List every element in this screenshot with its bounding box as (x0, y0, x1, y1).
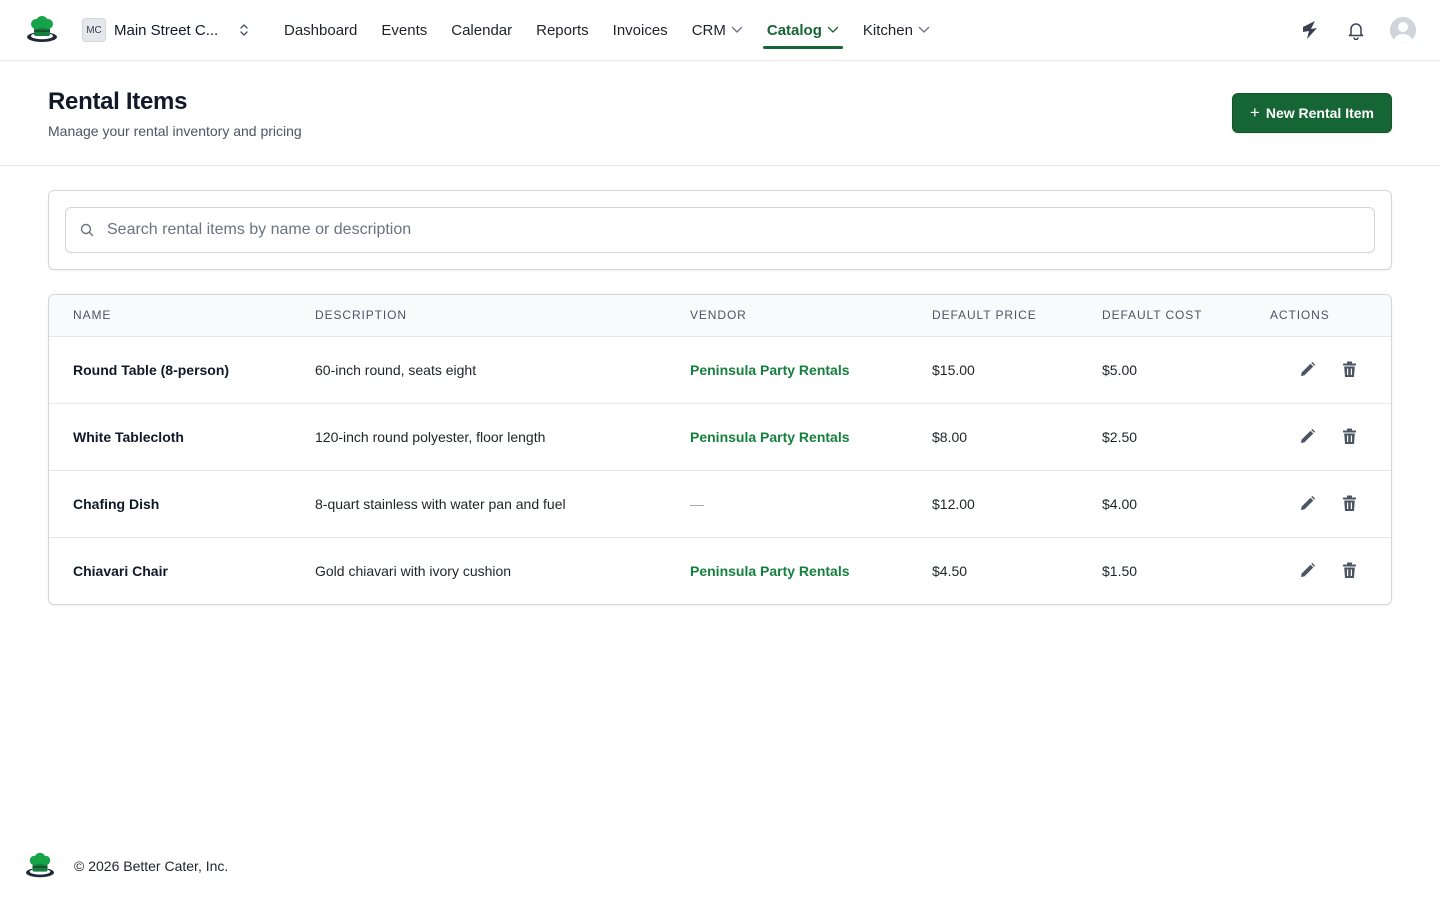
nav-item-kitchen[interactable]: Kitchen (851, 0, 942, 61)
nav-item-label: Calendar (451, 21, 513, 39)
footer-copyright: © 2026 Better Cater, Inc. (74, 858, 229, 874)
rental-items-table: NAME DESCRIPTION VENDOR DEFAULT PRICE DE… (49, 295, 1391, 604)
item-description: Gold chiavari with ivory cushion (315, 562, 512, 579)
column-header-default-price[interactable]: DEFAULT PRICE (908, 295, 1078, 337)
nav-item-dashboard[interactable]: Dashboard (272, 0, 369, 61)
main-nav: Dashboard Events Calendar Reports Invoices CR… (272, 0, 942, 61)
new-rental-item-button[interactable]: + New Rental Item (1231, 93, 1392, 133)
footer: © 2026 Better Cater, Inc. (24, 852, 228, 880)
item-actions-cell (1246, 403, 1391, 471)
nav-item-label: Invoices (612, 21, 668, 39)
item-description: 120-inch round polyester, floor length (291, 403, 666, 471)
vendor-link[interactable]: Peninsula Party Rentals (690, 563, 850, 579)
item-description: 60-inch round, seats eight (291, 336, 666, 404)
vendor-link[interactable]: Peninsula Party Rentals (690, 362, 850, 378)
item-default-price: $15.00 (908, 336, 1078, 404)
search-input[interactable] (107, 221, 1272, 239)
page-title: Rental Items (48, 88, 188, 115)
item-vendor-cell: Peninsula Party Rentals (666, 336, 908, 404)
announcement-icon[interactable] (1298, 18, 1322, 42)
vendor-empty: — (690, 495, 704, 512)
nav-item-calendar[interactable]: Calendar (439, 0, 524, 61)
item-actions-cell (1246, 336, 1391, 404)
chevron-up-down-icon (236, 20, 252, 40)
nav-item-catalog[interactable]: Catalog (755, 0, 851, 61)
delete-trash-icon[interactable] (1339, 494, 1359, 514)
edit-pencil-icon[interactable] (1297, 561, 1317, 581)
column-header-vendor[interactable]: VENDOR (666, 295, 908, 337)
nav-item-label: Reports (536, 21, 589, 39)
plus-icon: + (1249, 103, 1260, 122)
table-header-row: NAME DESCRIPTION VENDOR DEFAULT PRICE DE… (49, 295, 1391, 337)
topbar-actions (1298, 17, 1416, 43)
item-default-cost: $5.00 (1078, 336, 1246, 404)
search-icon (80, 223, 94, 237)
item-default-cost: $1.50 (1102, 562, 1138, 579)
nav-item-label: Events (381, 21, 428, 39)
user-avatar-icon[interactable] (1390, 17, 1416, 43)
search-card (48, 190, 1392, 270)
delete-trash-icon[interactable] (1339, 427, 1359, 447)
item-name: White Tablecloth (49, 403, 291, 471)
item-name: Chafing Dish (49, 470, 291, 538)
item-default-price: $12.00 (908, 470, 1078, 538)
nav-item-label: CRM (691, 21, 726, 39)
nav-item-label: Dashboard (284, 21, 358, 39)
chevron-down-icon (918, 26, 930, 34)
column-header-default-cost[interactable]: DEFAULT COST (1078, 295, 1246, 337)
item-actions-cell (1246, 470, 1391, 538)
table-row[interactable]: White Tablecloth 120-inch round polyester… (49, 403, 1391, 471)
item-name: Round Table (8-person) (49, 336, 291, 404)
item-default-cost: $4.00 (1078, 470, 1246, 538)
chevron-down-icon (827, 26, 839, 34)
item-default-price: $8.00 (908, 403, 1078, 471)
table-row[interactable]: Chiavari Chair Gold chiavari with ivory c… (49, 537, 1391, 604)
new-rental-item-label: New Rental Item (1265, 105, 1374, 121)
rental-items-table-card: NAME DESCRIPTION VENDOR DEFAULT PRICE DE… (48, 294, 1392, 605)
org-initials-badge: MC (82, 18, 106, 42)
nav-item-label: Kitchen (862, 21, 913, 39)
item-vendor-cell: Peninsula Party Rentals (666, 403, 908, 471)
table-row[interactable]: Chafing Dish 8-quart stainless with water… (49, 470, 1391, 538)
item-name: Chiavari Chair (73, 562, 168, 579)
vendor-link[interactable]: Peninsula Party Rentals (690, 429, 850, 445)
column-header-description[interactable]: DESCRIPTION (291, 295, 666, 337)
item-vendor-cell: Peninsula Party Rentals (666, 537, 908, 604)
chef-hat-footer-logo-icon (24, 852, 56, 880)
edit-pencil-icon[interactable] (1297, 427, 1317, 447)
item-default-cost: $2.50 (1078, 403, 1246, 471)
chef-hat-logo-icon[interactable] (24, 15, 60, 45)
top-navigation-bar: MC Main Street C... Dashboard Events Calen… (0, 0, 1440, 61)
edit-pencil-icon[interactable] (1297, 494, 1317, 514)
nav-item-invoices[interactable]: Invoices (601, 0, 680, 61)
page-header: Rental Items Manage your rental inventor… (0, 61, 1440, 166)
page-subtitle: Manage your rental inventory and pricing (48, 123, 302, 139)
bell-icon[interactable] (1344, 18, 1368, 42)
org-name: Main Street C... (114, 21, 219, 39)
item-default-price: $4.50 (932, 562, 968, 579)
delete-trash-icon[interactable] (1339, 561, 1359, 581)
edit-pencil-icon[interactable] (1297, 360, 1317, 380)
nav-item-crm[interactable]: CRM (680, 0, 755, 61)
column-header-name[interactable]: NAME (49, 295, 291, 337)
search-box (65, 207, 1375, 253)
table-row[interactable]: Round Table (8-person) 60-inch round, sea… (49, 336, 1391, 404)
chevron-down-icon (731, 26, 743, 34)
item-description: 8-quart stainless with water pan and fue… (291, 470, 666, 538)
nav-item-events[interactable]: Events (369, 0, 439, 61)
delete-trash-icon[interactable] (1339, 360, 1359, 380)
item-vendor-cell: — (666, 470, 908, 538)
nav-item-label: Catalog (766, 21, 822, 39)
column-header-actions: ACTIONS (1246, 295, 1391, 337)
org-switcher[interactable]: MC Main Street C... (82, 12, 252, 48)
nav-item-reports[interactable]: Reports (524, 0, 601, 61)
item-actions-cell (1246, 537, 1391, 604)
